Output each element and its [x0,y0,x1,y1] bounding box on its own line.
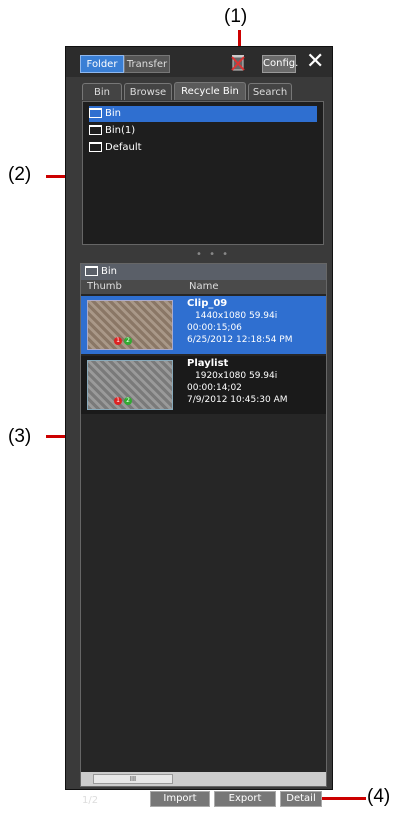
audio-badge-icon: 1 [114,397,122,405]
delete-icon[interactable] [231,53,245,71]
audio-badge-icon: 2 [124,397,132,405]
tree-item-bin[interactable]: Bin [89,106,317,122]
clip-info: Clip_09 1440x1080 59.94i 00:00:15;06 6/2… [187,298,292,346]
clip-name: Playlist [187,358,229,369]
callout-2: (2) [8,164,32,185]
tab-bin[interactable]: Bin [82,83,122,100]
column-header: Thumb Name [81,280,326,294]
horizontal-scrollbar[interactable]: III [81,772,326,786]
clip-name: Clip_09 [187,298,228,309]
tree-item-label: Default [105,142,142,153]
tab-recycle-bin[interactable]: Recycle Bin [174,82,246,100]
clip-thumbnail: 1 2 [87,300,173,350]
clip-format: 1440x1080 59.94i [195,311,278,321]
folder-icon [89,125,102,135]
column-thumb[interactable]: Thumb [87,280,122,294]
clip-date: 7/9/2012 10:45:30 AM [187,395,288,405]
page-indicator: 1/2 [82,795,99,806]
folder-icon [85,266,98,276]
clip-format: 1920x1080 59.94i [195,371,278,381]
callout-1: (1) [224,6,248,27]
tree-item-bin1[interactable]: Bin(1) [89,123,135,139]
list-header: Bin [81,264,326,280]
folder-icon [89,108,102,118]
import-button[interactable]: Import [150,791,210,807]
clip-duration: 00:00:15;06 [187,323,242,333]
folder-button[interactable]: Folder [80,55,124,73]
tree-item-default[interactable]: Default [89,140,142,156]
export-button[interactable]: Export [214,791,276,807]
clip-thumbnail: 1 2 [87,360,173,410]
callout-4-line [318,797,366,800]
clip-row[interactable]: 1 2 Clip_09 1440x1080 59.94i 00:00:15;06… [81,296,326,354]
clip-list: Bin Thumb Name 1 2 Clip_09 1440x1080 59.… [80,263,327,787]
clip-row[interactable]: 1 2 Playlist 1920x1080 59.94i 00:00:14;0… [81,356,326,414]
tab-bar: Bin Browse Recycle Bin Search [82,82,322,101]
list-header-title: Bin [101,266,117,277]
clip-duration: 00:00:14;02 [187,383,242,393]
clip-info: Playlist 1920x1080 59.94i 00:00:14;02 7/… [187,358,288,406]
tree-item-label: Bin(1) [105,125,136,136]
tree-item-label: Bin [105,108,121,119]
tab-search[interactable]: Search [248,83,292,100]
close-icon[interactable]: ✕ [306,49,324,74]
splitter-handle[interactable]: • • • [196,249,230,260]
callout-4: (4) [367,786,391,807]
clip-date: 6/25/2012 12:18:54 PM [187,335,293,345]
column-name[interactable]: Name [189,280,219,294]
bin-panel: Folder Transfer Config. ✕ Bin Browse Rec… [65,46,333,807]
tab-browse[interactable]: Browse [124,83,172,100]
transfer-button[interactable]: Transfer [124,55,170,73]
folder-icon [89,142,102,152]
detail-button[interactable]: Detail [280,791,322,807]
audio-badge-icon: 2 [124,337,132,345]
folder-tree: Bin Bin(1) Default [82,101,324,245]
audio-badge-icon: 1 [114,337,122,345]
panel-topbar: Folder Transfer Config. ✕ [66,47,332,77]
callout-3: (3) [8,426,32,447]
scroll-thumb[interactable]: III [93,774,173,784]
config-button[interactable]: Config. [262,55,298,73]
